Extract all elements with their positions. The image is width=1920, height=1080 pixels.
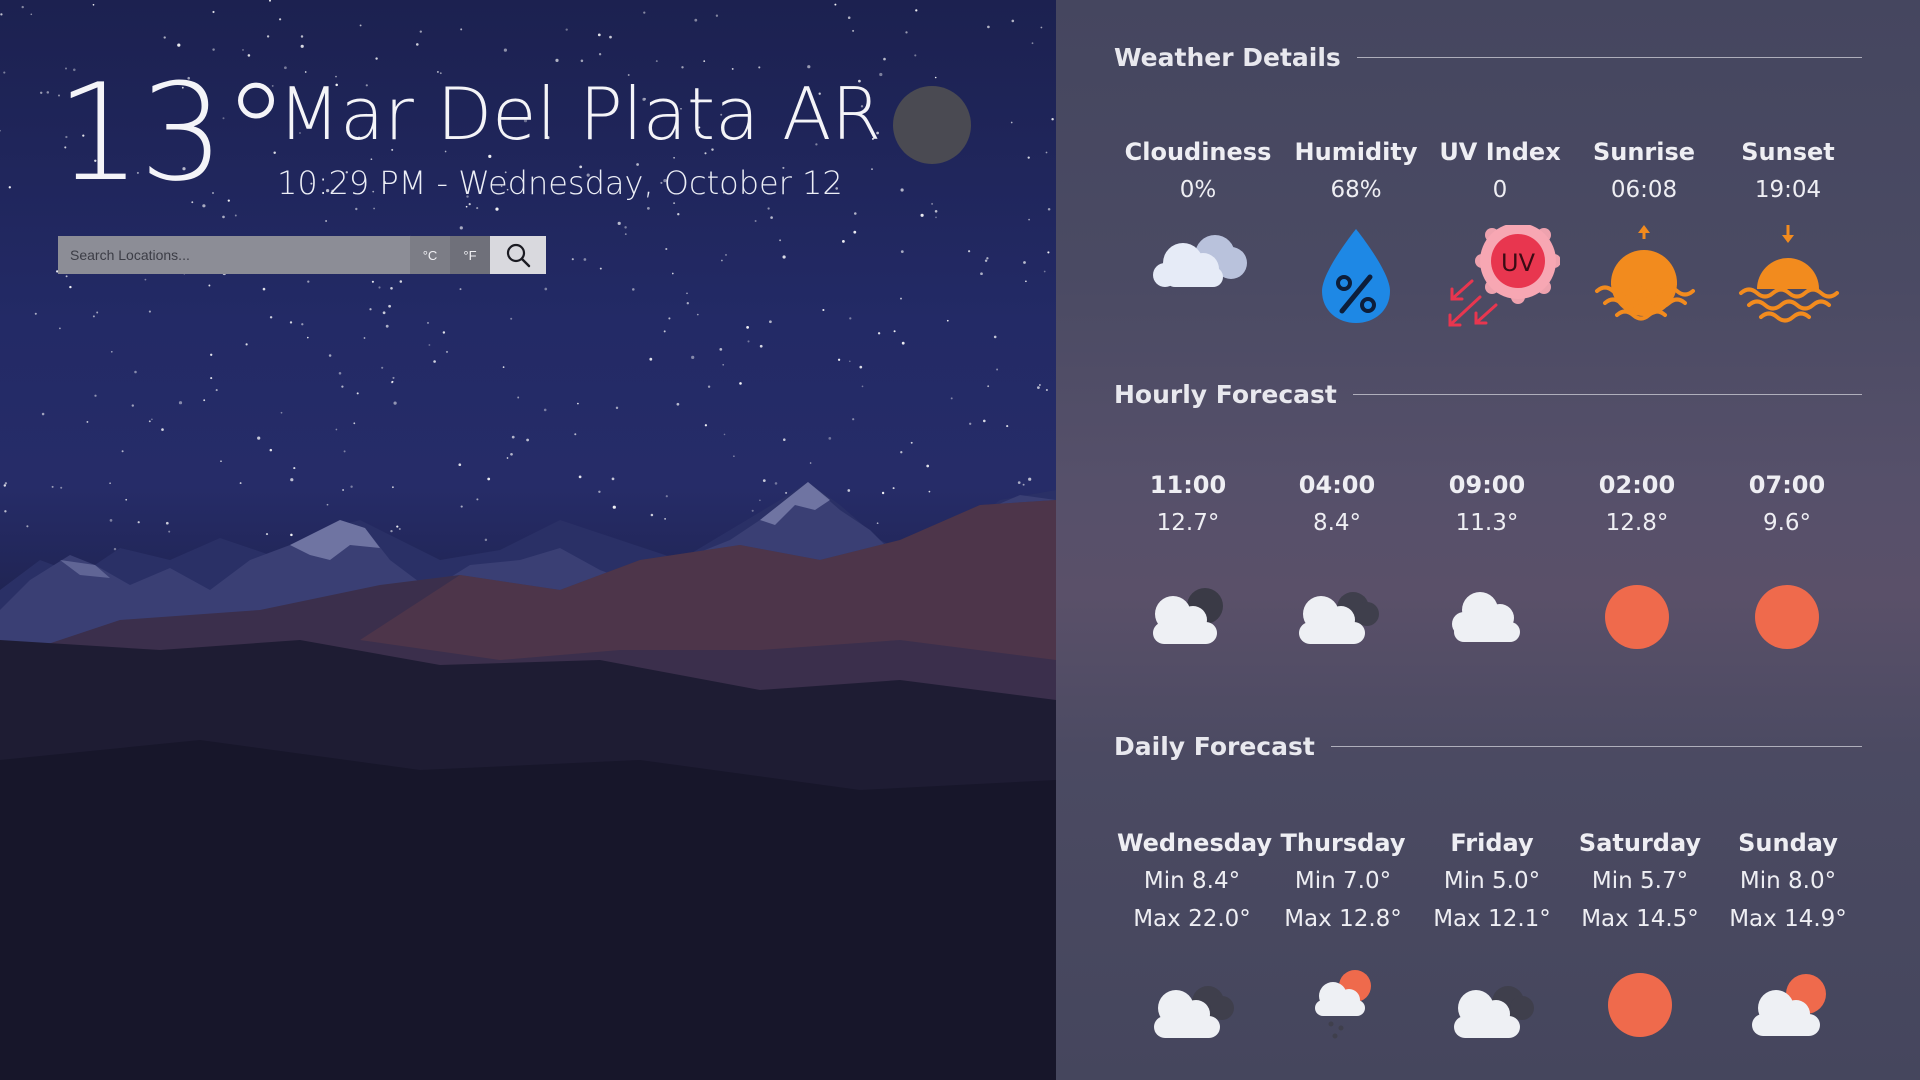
- daily-max: Max 12.8°: [1284, 906, 1402, 932]
- daily-day: Saturday: [1578, 829, 1702, 857]
- search-bar: °C °F: [58, 236, 546, 274]
- daily-min: Min 8.4°: [1143, 868, 1241, 894]
- hourly-time: 04:00: [1298, 471, 1376, 499]
- cloud-night-icon: [1153, 588, 1223, 644]
- detail-value: 0: [1492, 177, 1508, 203]
- daily-item: Wednesday Min 8.4° Max 22.0°: [1117, 824, 1273, 1040]
- hourly-item: 02:00 12.8°: [1562, 466, 1712, 650]
- hourly-time: 07:00: [1748, 471, 1826, 499]
- detail-value: 68%: [1330, 177, 1382, 203]
- current-datetime: 10:29 PM - Wednesday, October 12: [277, 164, 843, 202]
- daily-max: Max 22.0°: [1133, 906, 1251, 932]
- hourly-item: 04:00 8.4°: [1262, 466, 1412, 646]
- hourly-time: 02:00: [1598, 471, 1676, 499]
- daily-item: Saturday Min 5.7° Max 14.5°: [1565, 824, 1715, 1038]
- fahrenheit-button[interactable]: °F: [450, 236, 490, 274]
- daily-day: Thursday: [1280, 829, 1406, 857]
- weather-app: 13° Mar Del Plata AR 10:29 PM - Wednesda…: [0, 0, 1920, 1080]
- daily-item: Sunday Min 8.0° Max 14.9°: [1713, 824, 1863, 1038]
- search-icon: [506, 243, 531, 268]
- daily-min: Min 5.7°: [1591, 868, 1689, 894]
- detail-value: 0%: [1179, 177, 1217, 203]
- sun-icon: [1755, 585, 1819, 649]
- daily-max: Max 14.9°: [1729, 906, 1847, 932]
- detail-value: 06:08: [1610, 177, 1678, 203]
- hourly-item: 09:00 11.3°: [1412, 466, 1562, 646]
- hourly-temp: 11.3°: [1455, 510, 1519, 536]
- detail-sunrise: Sunrise 06:08: [1569, 133, 1719, 329]
- divider: [1356, 57, 1862, 58]
- daily-min: Min 8.0°: [1739, 868, 1837, 894]
- daily-min: Min 5.0°: [1443, 868, 1541, 894]
- sun-icon: [1605, 585, 1669, 649]
- hourly-temp: 9.6°: [1762, 510, 1812, 536]
- detail-label: Sunset: [1741, 138, 1835, 166]
- hourly-item: 07:00 9.6°: [1712, 466, 1862, 650]
- detail-value: 19:04: [1754, 177, 1822, 203]
- divider: [1352, 394, 1862, 395]
- hourly-temp: 8.4°: [1312, 510, 1362, 536]
- cloud-night-icon: [1154, 986, 1234, 1038]
- hourly-temp: 12.8°: [1605, 510, 1669, 536]
- humidity-drop-icon: [1322, 229, 1390, 323]
- uv-icon-text: UV: [1501, 249, 1536, 277]
- partly-cloudy-icon: [1752, 974, 1826, 1036]
- daily-forecast-title: Daily Forecast: [1114, 732, 1315, 761]
- current-temperature: 13°: [56, 55, 290, 211]
- detail-uv-index: UV Index 0 UV: [1425, 133, 1575, 335]
- daily-day: Friday: [1450, 829, 1534, 857]
- hourly-forecast-title: Hourly Forecast: [1114, 380, 1337, 409]
- detail-cloudiness: Cloudiness 0%: [1123, 133, 1273, 295]
- detail-label: Cloudiness: [1124, 138, 1272, 166]
- location-name: Mar Del Plata AR: [278, 72, 882, 156]
- daily-max: Max 14.5°: [1581, 906, 1699, 932]
- hourly-time: 09:00: [1448, 471, 1526, 499]
- hourly-item: 11:00 12.7°: [1113, 466, 1263, 646]
- daily-day: Sunday: [1738, 829, 1838, 857]
- hourly-forecast-header: Hourly Forecast: [1114, 380, 1862, 409]
- cloud-night-icon: [1299, 592, 1379, 644]
- daily-forecast-header: Daily Forecast: [1114, 732, 1862, 761]
- clouds-icon: [1153, 235, 1247, 287]
- search-input[interactable]: [58, 236, 410, 274]
- hourly-time: 11:00: [1149, 471, 1227, 499]
- hero-background: 13° Mar Del Plata AR 10:29 PM - Wednesda…: [0, 0, 1056, 1080]
- detail-humidity: Humidity 68%: [1281, 133, 1431, 325]
- detail-label: Humidity: [1294, 138, 1418, 166]
- daily-day: Wednesday: [1117, 829, 1273, 857]
- daily-item: Thursday Min 7.0° Max 12.8°: [1268, 824, 1418, 1042]
- uv-icon: UV: [1448, 225, 1560, 327]
- celsius-button[interactable]: °C: [410, 236, 450, 274]
- sun-icon: [1608, 973, 1672, 1037]
- cloud-night-icon: [1454, 986, 1534, 1038]
- sunset-icon: [1739, 225, 1839, 323]
- daily-item: Friday Min 5.0° Max 12.1°: [1417, 824, 1567, 1040]
- detail-label: UV Index: [1439, 138, 1561, 166]
- sunrise-icon: [1595, 225, 1695, 321]
- detail-label: Sunrise: [1592, 138, 1696, 166]
- weather-details-title: Weather Details: [1114, 43, 1341, 72]
- daily-max: Max 12.1°: [1433, 906, 1551, 932]
- hourly-temp: 12.7°: [1156, 510, 1220, 536]
- details-panel: Weather Details Cloudiness 0% Humidity 6…: [1056, 0, 1920, 1080]
- cloud-icon: [1452, 592, 1520, 642]
- rain-sun-cloud-icon: [1315, 970, 1371, 1039]
- daily-min: Min 7.0°: [1294, 868, 1392, 894]
- moon-icon: [893, 86, 971, 164]
- search-button[interactable]: [490, 236, 546, 274]
- detail-sunset: Sunset 19:04: [1713, 133, 1863, 329]
- weather-details-header: Weather Details: [1114, 43, 1862, 72]
- divider: [1330, 746, 1862, 747]
